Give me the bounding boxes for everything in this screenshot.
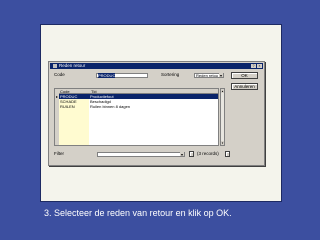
- row-reason: Ruilen binnen 8 dagen: [90, 104, 131, 109]
- sorting-label: Sortering: [161, 72, 180, 77]
- code-label: Code: [54, 72, 65, 77]
- code-input-value: PRODUC: [98, 73, 116, 78]
- record-count: (3 records): [197, 151, 219, 156]
- ok-button[interactable]: OK: [231, 72, 258, 79]
- cancel-button[interactable]: Annuleren: [231, 83, 258, 90]
- code-input[interactable]: PRODUC: [96, 73, 148, 78]
- sorting-select[interactable]: Reden retou: [194, 73, 224, 78]
- dialog-title: Reden retour: [59, 63, 86, 68]
- filter-select[interactable]: [97, 152, 185, 157]
- scroll-down-icon[interactable]: ▾: [221, 141, 224, 145]
- grid-option-button[interactable]: [225, 151, 230, 157]
- window-icon: [53, 64, 57, 68]
- filter-label: Filter: [54, 151, 64, 156]
- row-code: RUILEN: [60, 104, 75, 109]
- reasons-grid: Code Tkt ▸ PRODUC Productiefout SCHADE B…: [54, 88, 219, 146]
- scroll-up-icon[interactable]: ▴: [221, 89, 224, 93]
- grid-scrollbar[interactable]: ▴ ▾: [220, 88, 225, 146]
- sorting-select-value: Reden retou: [196, 73, 219, 78]
- filter-clear-button[interactable]: [189, 151, 194, 157]
- table-row[interactable]: RUILEN Ruilen binnen 8 dagen: [59, 104, 218, 109]
- help-icon[interactable]: ?: [251, 64, 256, 68]
- reden-retour-dialog: Reden retour ? × Code PRODUC Sortering R…: [48, 61, 265, 166]
- close-icon[interactable]: ×: [257, 64, 262, 68]
- instruction-caption: 3. Selecteer de reden van retour en klik…: [44, 208, 232, 218]
- dialog-titlebar: Reden retour ? ×: [50, 63, 263, 69]
